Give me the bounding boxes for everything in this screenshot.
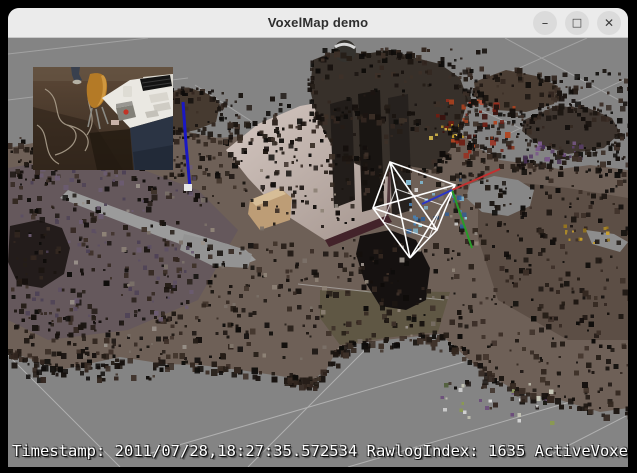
close-icon: ✕ xyxy=(604,17,614,29)
camera-inset-image xyxy=(33,67,173,170)
titlebar[interactable]: VoxelMap demo – □ ✕ xyxy=(8,8,628,38)
close-button[interactable]: ✕ xyxy=(597,11,621,35)
window-title: VoxelMap demo xyxy=(268,15,369,30)
desktop-background: { "window": { "title": "VoxelMap demo", … xyxy=(0,0,637,473)
status-bar: Timestamp: 2011/07/28,18:27:35.572534 Ra… xyxy=(12,442,628,460)
minimize-button[interactable]: – xyxy=(533,11,557,35)
voxel-scene xyxy=(8,38,628,467)
pink-item xyxy=(111,120,119,125)
timestamp-label: Timestamp: xyxy=(12,442,105,460)
3d-viewport[interactable]: Timestamp: 2011/07/28,18:27:35.572534 Ra… xyxy=(8,38,628,467)
window-controls: – □ ✕ xyxy=(533,8,621,37)
minimize-icon: – xyxy=(542,17,549,30)
rawlog-label: RawlogIndex: xyxy=(367,442,479,460)
monitor-tower xyxy=(358,90,384,212)
rawlog-value: 1635 xyxy=(488,442,525,460)
active-voxels-label: ActiveVoxe xyxy=(535,442,628,460)
cup xyxy=(123,86,132,97)
timestamp-value: 2011/07/28,18:27:35.572534 xyxy=(115,442,358,460)
maximize-button[interactable]: □ xyxy=(565,11,589,35)
voxelmap-window: VoxelMap demo – □ ✕ xyxy=(8,8,628,467)
maximize-icon: □ xyxy=(572,17,582,28)
